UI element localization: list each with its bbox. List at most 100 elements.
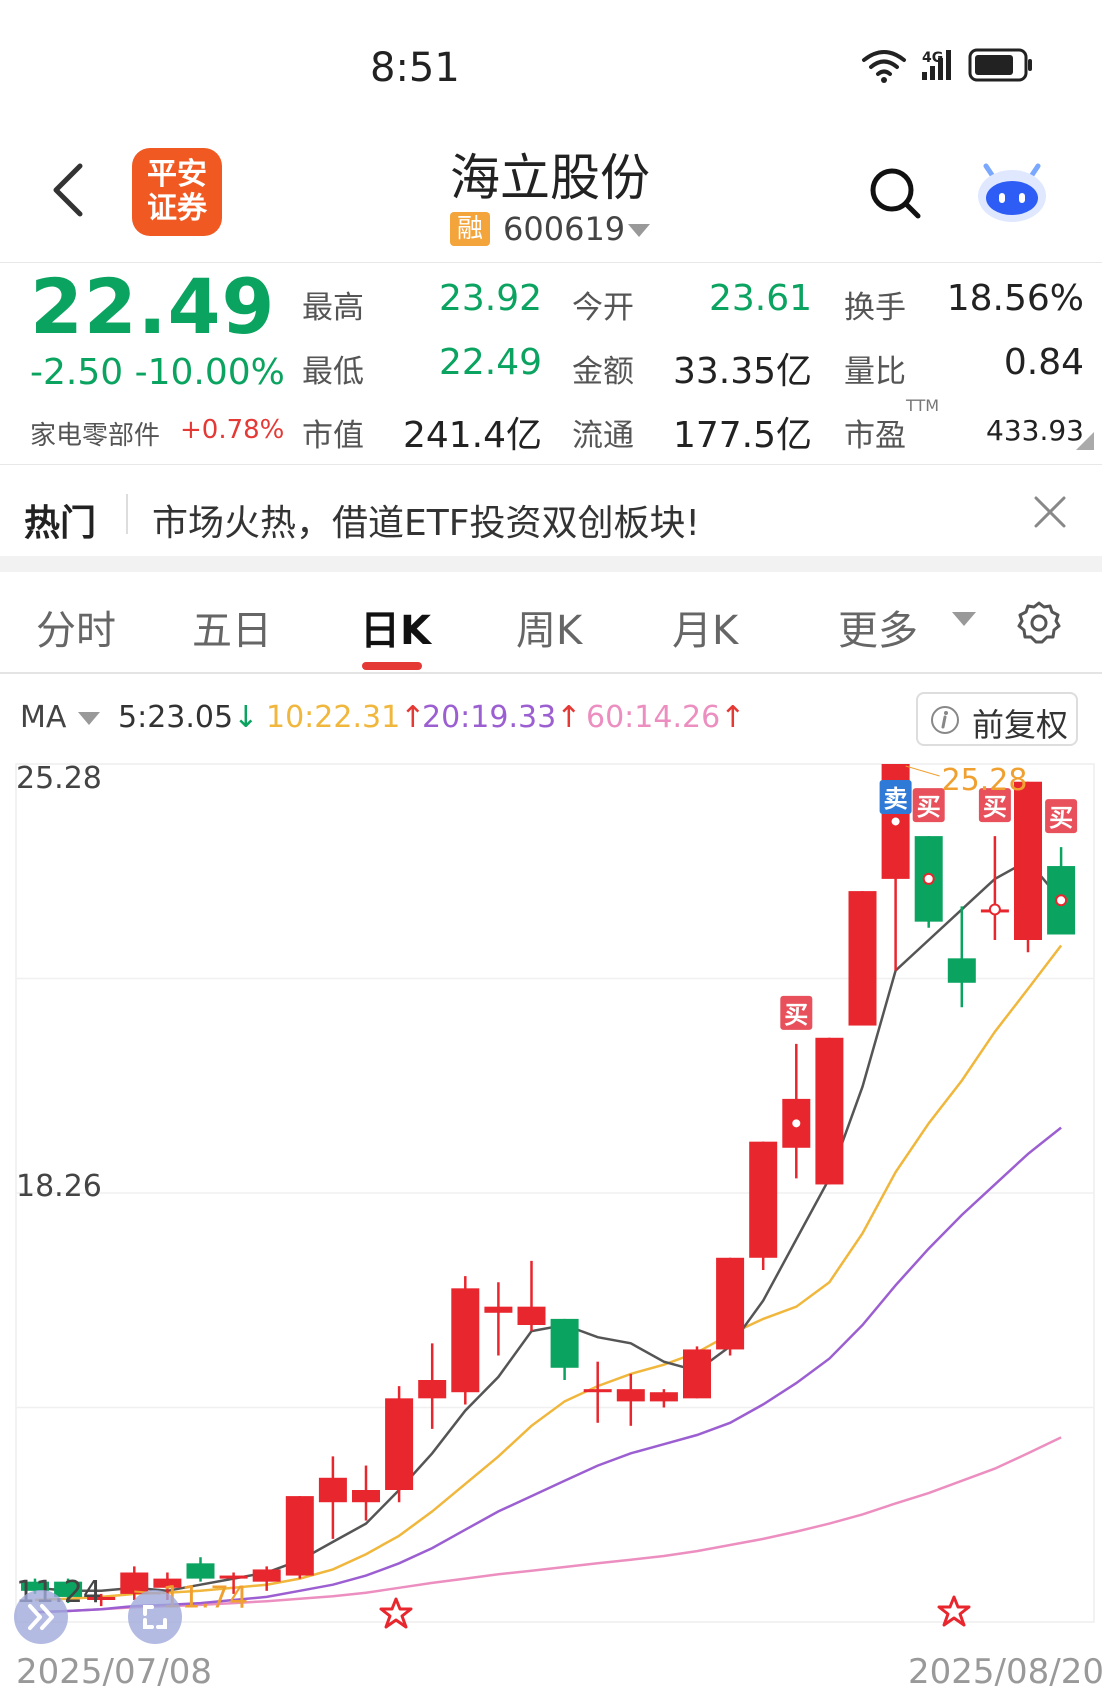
hot-label: 热门 <box>24 503 97 544</box>
ma20-arrow: ↑ <box>556 700 582 735</box>
candle-body <box>649 1392 678 1402</box>
candle-body <box>848 891 877 1026</box>
quote-value-pe: 433.93 <box>986 414 1084 447</box>
signal-label: 买 <box>917 793 941 821</box>
kline-chart[interactable]: 买卖买买买 25.28 18.26 11.24 25.2811.74 <box>0 750 1102 1650</box>
ttm-label: TTM <box>906 396 940 415</box>
quote-value-low: 22.49 <box>438 342 542 383</box>
chart-annotations: 25.2811.74 <box>134 763 1027 1615</box>
expand-chart-button[interactable] <box>14 1590 68 1644</box>
ma20-line <box>34 1126 1062 1614</box>
candle-body <box>815 1037 844 1185</box>
candle-body <box>749 1141 778 1258</box>
quote-value-volume-ratio: 0.84 <box>1003 342 1084 383</box>
double-chevron-icon <box>28 1604 54 1630</box>
event-star-icon[interactable] <box>936 1594 972 1630</box>
quote-label-amount: 金额 <box>572 354 634 390</box>
ma5-text: 5:23.05 <box>118 700 234 735</box>
expand-corner-icon[interactable] <box>1076 432 1094 450</box>
moving-average-lines <box>34 859 1063 1614</box>
ma-label[interactable]: MA <box>20 700 66 735</box>
adjust-button[interactable]: 前复权 <box>916 692 1078 746</box>
stock-code[interactable]: 600619 <box>503 210 625 248</box>
hot-text[interactable]: 市场火热，借道ETF投资双创板块! <box>152 494 700 546</box>
search-icon[interactable] <box>868 166 922 220</box>
quote-value-high: 23.92 <box>438 278 542 319</box>
quote-label-open: 今开 <box>572 290 634 326</box>
quote-value-open: 23.61 <box>708 278 812 319</box>
candle-body <box>517 1306 546 1325</box>
candle-body <box>716 1257 745 1350</box>
price-change: -2.50 -10.00% <box>30 352 285 393</box>
candle-body <box>583 1389 612 1393</box>
candle-body <box>451 1288 480 1393</box>
last-price: 22.49 <box>30 262 276 351</box>
adjust-label: 前复权 <box>972 706 1069 744</box>
candle-body <box>219 1575 248 1579</box>
close-icon[interactable] <box>1030 492 1070 532</box>
ma5-line <box>34 859 1063 1593</box>
quote-value-turnover: 18.56% <box>946 278 1084 319</box>
status-time: 8:51 <box>370 45 460 91</box>
quote-label-volume-ratio: 量比 <box>844 354 906 390</box>
signal-label: 买 <box>1049 804 1073 832</box>
candle-body <box>285 1496 314 1576</box>
tab-weekly-k[interactable]: 周K <box>516 598 582 656</box>
tab-daily-k[interactable]: 日K <box>360 598 431 656</box>
section-separator <box>0 556 1102 572</box>
signal-dot <box>790 1117 803 1130</box>
candle-body <box>318 1477 347 1503</box>
code-dropdown-icon[interactable] <box>628 224 650 237</box>
candle-body <box>352 1490 380 1503</box>
tab-more[interactable]: 更多 <box>838 598 918 656</box>
fullscreen-icon <box>143 1605 167 1629</box>
ma10-value: 10:22.31↑ <box>266 700 425 735</box>
ma5-value: 5:23.05↓ <box>118 700 258 735</box>
tab-five-day[interactable]: 五日 <box>192 598 272 656</box>
quote-label-turnover: 换手 <box>844 290 906 326</box>
candle-body <box>252 1569 281 1582</box>
ma-dropdown-icon[interactable] <box>78 712 100 725</box>
quote-label-pe: 市盈 <box>844 418 906 454</box>
gear-icon[interactable] <box>1016 600 1062 646</box>
candle-body <box>550 1318 579 1368</box>
broker-logo: 平安证券 <box>132 148 222 236</box>
margin-badge: 融 <box>450 212 490 246</box>
info-icon <box>931 706 959 734</box>
end-date: 2025/08/20 <box>908 1652 1102 1691</box>
active-tab-indicator <box>362 662 422 670</box>
tab-monthly-k[interactable]: 月K <box>672 598 738 656</box>
candle-body <box>385 1398 414 1490</box>
quote-label-market-cap: 市值 <box>302 418 364 454</box>
logo-text: 平安证券 <box>147 157 207 226</box>
battery-icon <box>968 48 1032 82</box>
fullscreen-button[interactable] <box>128 1590 182 1644</box>
signal-label: 卖 <box>884 785 908 813</box>
candle-body <box>947 958 976 983</box>
quote-value-float-cap: 177.5亿 <box>672 415 812 456</box>
candle-body <box>616 1389 645 1402</box>
sector-name[interactable]: 家电零部件 <box>30 415 160 452</box>
quote-label-low: 最低 <box>302 354 364 390</box>
candle-body <box>484 1306 513 1313</box>
candle-body <box>186 1563 215 1579</box>
signal-dot <box>889 815 902 828</box>
event-star-icon[interactable] <box>378 1596 414 1632</box>
hot-separator <box>126 494 128 534</box>
more-dropdown-icon[interactable] <box>952 612 976 626</box>
status-icons: 4G <box>862 48 1032 83</box>
quote-label-float-cap: 流通 <box>572 418 634 454</box>
change-value: -2.50 <box>30 352 124 393</box>
tab-timeshare[interactable]: 分时 <box>36 598 116 656</box>
wifi-icon <box>862 50 906 83</box>
change-percent: -10.00% <box>134 352 285 393</box>
y-label-mid: 18.26 <box>16 1169 102 1204</box>
ma20-text: 20:19.33 <box>422 700 557 735</box>
back-arrow-icon[interactable] <box>48 160 88 220</box>
high-pointer <box>905 765 940 777</box>
robot-assistant-icon[interactable] <box>972 156 1052 228</box>
tabs-divider <box>0 672 1102 674</box>
signal-label: 买 <box>784 1001 808 1029</box>
ma60-text: 60:14.26 <box>586 700 721 735</box>
sector-change: +0.78% <box>180 415 285 445</box>
